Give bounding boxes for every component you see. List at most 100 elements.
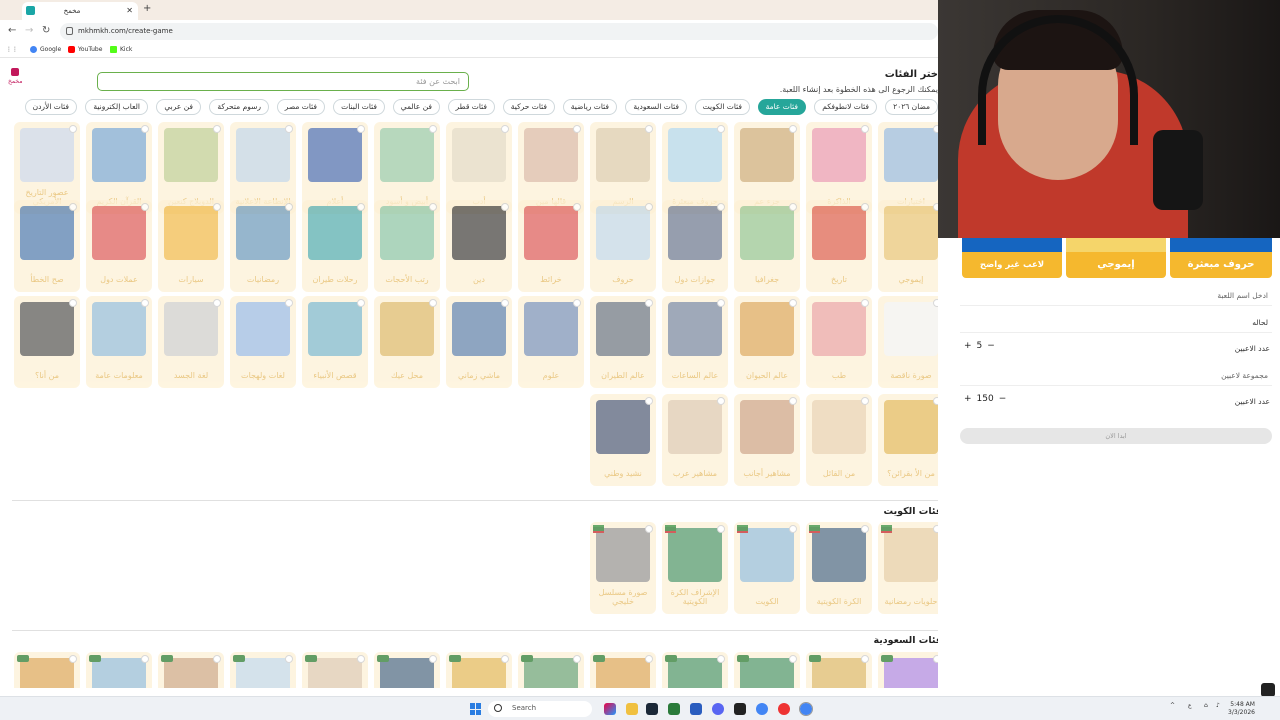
info-icon[interactable] — [573, 655, 581, 663]
bookmark-kick[interactable]: Kick — [110, 46, 132, 53]
chrome-active-icon[interactable] — [799, 702, 813, 716]
info-icon[interactable] — [141, 655, 149, 663]
category-card[interactable]: خرائط — [518, 200, 584, 292]
mic-toggle-icon[interactable] — [1261, 683, 1275, 697]
info-icon[interactable] — [717, 525, 725, 533]
info-icon[interactable] — [357, 203, 365, 211]
category-card[interactable]: رحلات طيران — [302, 200, 368, 292]
category-card[interactable]: الكرة الكويتية — [806, 522, 872, 614]
terminal-icon[interactable] — [734, 703, 746, 715]
category-card[interactable]: عملات دول — [86, 200, 152, 292]
category-tab[interactable]: مضان ٢٠٢٦ — [885, 99, 938, 115]
category-card[interactable]: معلومات عامة — [86, 296, 152, 388]
category-tab[interactable]: فن عالمي — [392, 99, 440, 115]
info-icon[interactable] — [285, 125, 293, 133]
info-icon[interactable] — [213, 125, 221, 133]
category-card[interactable]: إيموجي — [878, 200, 938, 292]
info-icon[interactable] — [69, 655, 77, 663]
category-card[interactable] — [590, 652, 656, 688]
category-card[interactable]: حروف — [590, 200, 656, 292]
tray-arrow-icon[interactable]: ^ — [1170, 702, 1175, 709]
info-icon[interactable] — [429, 203, 437, 211]
category-tab[interactable]: فئات السعودية — [625, 99, 687, 115]
info-icon[interactable] — [213, 299, 221, 307]
word-icon[interactable] — [690, 703, 702, 715]
category-tab[interactable]: فئات البنات — [333, 99, 385, 115]
category-card[interactable]: عالم الساعات — [662, 296, 728, 388]
category-search-input[interactable]: ابحث عن فئة — [97, 72, 469, 91]
category-card[interactable]: مشاهير عرب — [662, 394, 728, 486]
discord-icon[interactable] — [712, 703, 724, 715]
bookmark-google[interactable]: Google — [30, 46, 61, 53]
category-tab[interactable]: فئات الكويت — [694, 99, 750, 115]
info-icon[interactable] — [861, 397, 869, 405]
info-icon[interactable] — [573, 299, 581, 307]
category-card[interactable] — [518, 652, 584, 688]
info-icon[interactable] — [357, 125, 365, 133]
category-tab[interactable]: فئات مصر — [276, 99, 325, 115]
apps-icon[interactable]: ⋮⋮ — [6, 46, 18, 53]
category-tab[interactable]: فئات عامة — [757, 99, 806, 115]
category-tab[interactable]: العاب إلكترونية — [85, 99, 148, 115]
category-card[interactable]: نشيد وطني — [590, 394, 656, 486]
category-card[interactable]: عالم الطيران — [590, 296, 656, 388]
category-card[interactable]: قصص الأنبياء — [302, 296, 368, 388]
info-icon[interactable] — [861, 125, 869, 133]
info-icon[interactable] — [717, 299, 725, 307]
keyboard-language[interactable]: ع — [1188, 702, 1192, 709]
increment-icon[interactable]: + — [964, 394, 972, 404]
info-icon[interactable] — [285, 655, 293, 663]
info-icon[interactable] — [717, 203, 725, 211]
decrement-icon[interactable]: − — [987, 341, 995, 351]
category-card[interactable]: لغة الجسد — [158, 296, 224, 388]
info-icon[interactable] — [933, 655, 938, 663]
category-card[interactable]: جوازات دول — [662, 200, 728, 292]
category-card[interactable]: ماشي زماني — [446, 296, 512, 388]
back-icon[interactable]: ← — [8, 25, 16, 36]
category-card[interactable]: صح الخطأ — [14, 200, 80, 292]
info-icon[interactable] — [213, 203, 221, 211]
info-icon[interactable] — [141, 125, 149, 133]
info-icon[interactable] — [645, 299, 653, 307]
site-info-icon[interactable] — [66, 27, 73, 35]
info-icon[interactable] — [645, 397, 653, 405]
info-icon[interactable] — [861, 525, 869, 533]
category-card[interactable] — [86, 652, 152, 688]
category-card[interactable]: من الأ بقرائن؟ — [878, 394, 938, 486]
info-icon[interactable] — [789, 655, 797, 663]
info-icon[interactable] — [717, 397, 725, 405]
info-icon[interactable] — [789, 525, 797, 533]
info-icon[interactable] — [933, 525, 938, 533]
category-card[interactable]: من القائل — [806, 394, 872, 486]
category-card[interactable] — [302, 652, 368, 688]
category-card[interactable] — [14, 652, 80, 688]
info-icon[interactable] — [933, 299, 938, 307]
category-card[interactable] — [878, 652, 938, 688]
category-card[interactable]: طب — [806, 296, 872, 388]
info-icon[interactable] — [285, 203, 293, 211]
chrome-icon[interactable] — [756, 703, 768, 715]
info-icon[interactable] — [645, 655, 653, 663]
solo-mode-field[interactable]: لحاله — [960, 313, 1272, 333]
selected-category-card[interactable]: حروف مبعثرة — [1170, 238, 1272, 278]
address-bar[interactable]: mkhmkh.com/create-game — [60, 23, 938, 40]
category-card[interactable] — [806, 652, 872, 688]
info-icon[interactable] — [573, 203, 581, 211]
info-icon[interactable] — [861, 299, 869, 307]
bookmark-youtube[interactable]: YouTube — [68, 46, 102, 53]
info-icon[interactable] — [69, 299, 77, 307]
category-card[interactable]: تاريخ — [806, 200, 872, 292]
category-card[interactable]: من أنا؟ — [14, 296, 80, 388]
info-icon[interactable] — [861, 655, 869, 663]
info-icon[interactable] — [717, 125, 725, 133]
volume-icon[interactable]: ♪ — [1216, 702, 1220, 709]
category-card[interactable]: الإشراف الكرة الكويتية — [662, 522, 728, 614]
category-card[interactable] — [374, 652, 440, 688]
app-icon[interactable] — [778, 703, 790, 715]
info-icon[interactable] — [429, 655, 437, 663]
category-card[interactable]: محل عيك — [374, 296, 440, 388]
info-icon[interactable] — [501, 125, 509, 133]
info-icon[interactable] — [501, 655, 509, 663]
selected-category-card[interactable]: إيموجي — [1066, 238, 1166, 278]
steam-icon[interactable] — [646, 703, 658, 715]
